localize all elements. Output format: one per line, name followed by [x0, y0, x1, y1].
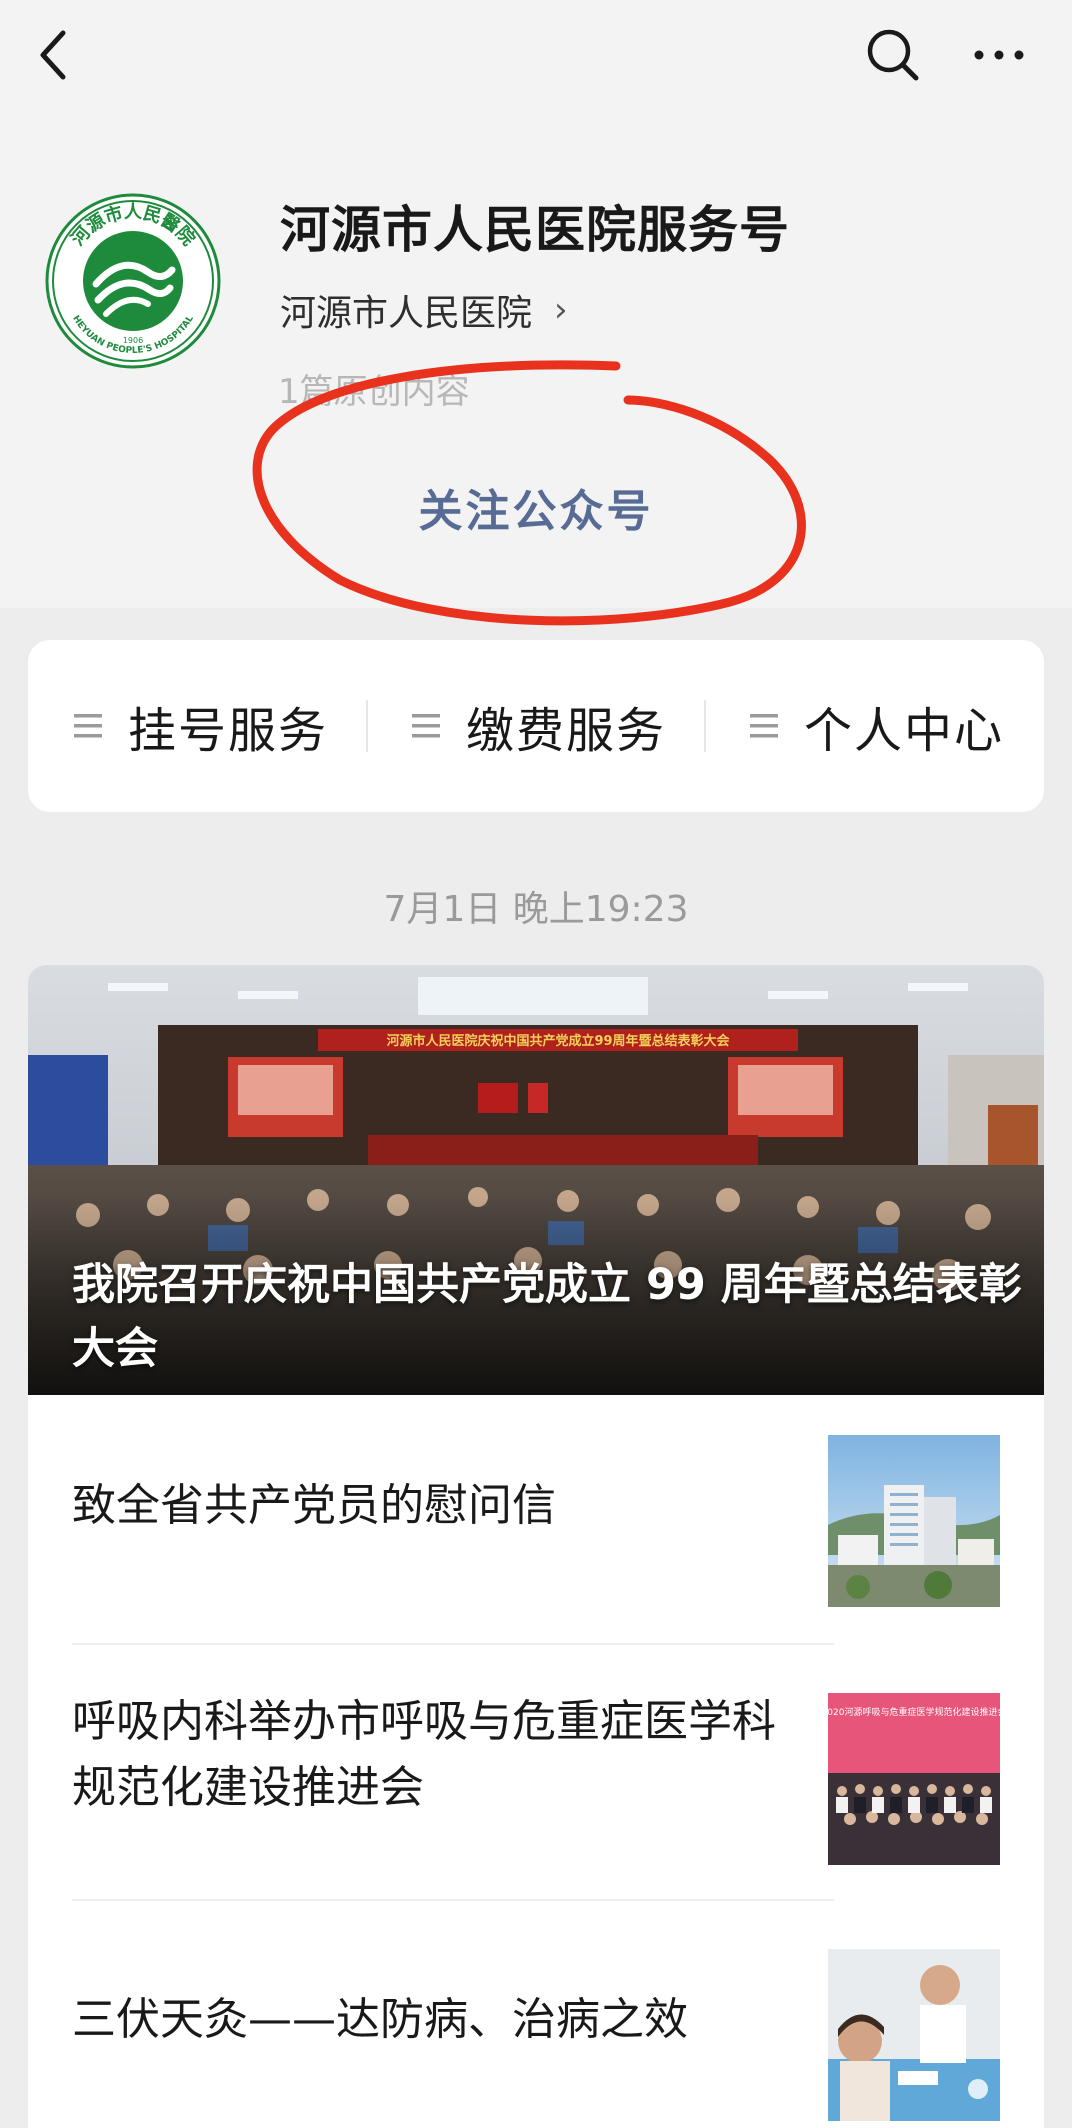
article-group: 河源市人民医院庆祝中国共产党成立99周年暨总结表彰大会 我院召开庆祝中国共产党成…	[28, 965, 1044, 2128]
chevron-right-icon: ›	[554, 290, 568, 330]
chevron-left-icon	[40, 30, 66, 80]
menu-lines-icon	[750, 714, 778, 738]
menu-item-label: 个人中心	[804, 703, 1005, 759]
menu-item-label: 挂号服务	[128, 703, 329, 759]
moxibustion-photo-thumbnail	[828, 1949, 1000, 2121]
account-owner-link[interactable]: 河源市人民医院 ›	[280, 284, 568, 336]
account-owner-label: 河源市人民医院	[280, 293, 533, 334]
article-title: 致全省共产党员的慰问信	[72, 1480, 556, 1531]
article-item[interactable]: 呼吸内科举办市呼吸与危重症医学科规范化建设推进会 2020河源呼吸与危重症医学规…	[28, 1645, 1044, 1901]
cover-article[interactable]: 河源市人民医院庆祝中国共产党成立99周年暨总结表彰大会 我院召开庆祝中国共产党成…	[28, 965, 1044, 1395]
stage-banner-text: 河源市人民医院庆祝中国共产党成立99周年暨总结表彰大会	[386, 1033, 730, 1049]
menu-divider	[704, 700, 706, 752]
article-title: 呼吸内科举办市呼吸与危重症医学科规范化建设推进会	[72, 1696, 776, 1813]
search-button[interactable]	[858, 20, 928, 90]
top-bar	[0, 0, 1072, 110]
follow-account-button[interactable]: 关注公众号	[300, 462, 772, 552]
menu-item-label: 缴费服务	[466, 703, 667, 759]
more-horizontal-icon	[974, 50, 1024, 60]
original-content-count: 1篇原创内容	[278, 372, 470, 412]
thumbnail-banner-text: 2020河源呼吸与危重症医学规范化建设推进会	[828, 1706, 1000, 1718]
menu-item-registration[interactable]: 挂号服务	[74, 640, 328, 812]
article-item[interactable]: 致全省共产党员的慰问信	[28, 1395, 1044, 1647]
menu-divider	[366, 700, 368, 752]
article-title: 三伏天灸——达防病、治病之效	[72, 1994, 688, 2045]
account-name: 河源市人民医院服务号	[280, 201, 790, 259]
article-item[interactable]: 三伏天灸——达防病、治病之效	[28, 1901, 1044, 2128]
menu-lines-icon	[74, 714, 102, 738]
menu-item-personal-center[interactable]: 个人中心	[750, 640, 1004, 812]
service-menu: 挂号服务 缴费服务 个人中心	[28, 640, 1044, 812]
menu-lines-icon	[412, 714, 440, 738]
back-button[interactable]	[18, 20, 88, 90]
more-button[interactable]	[964, 20, 1034, 90]
conference-photo-thumbnail: 2020河源呼吸与危重症医学规范化建设推进会	[828, 1693, 1000, 1865]
hospital-building-thumbnail	[828, 1435, 1000, 1607]
cover-article-title: 我院召开庆祝中国共产党成立 99 周年暨总结表彰大会	[72, 1260, 1022, 1374]
menu-item-payment[interactable]: 缴费服务	[412, 640, 666, 812]
search-icon	[867, 29, 919, 81]
logo-year: 1906	[123, 336, 143, 345]
post-date: 7月1日 晚上19:23	[383, 889, 689, 930]
account-profile: 河源市人民醫院 HEYUAN PEOPLE'S HOSPITAL 1906 河源…	[0, 110, 1072, 608]
hospital-logo: 河源市人民醫院 HEYUAN PEOPLE'S HOSPITAL 1906	[45, 193, 221, 369]
